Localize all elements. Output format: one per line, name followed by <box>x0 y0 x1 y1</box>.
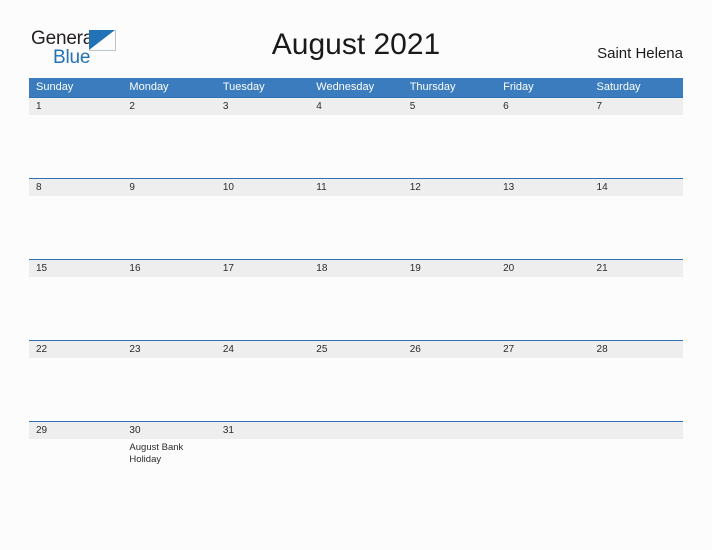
weekday-header-tuesday: Tuesday <box>222 81 265 93</box>
calendar-day-cell[interactable]: 1 <box>29 98 122 178</box>
week-days: 1 2 3 4 5 6 7 <box>29 98 683 178</box>
day-number: 10 <box>222 182 234 193</box>
calendar-day-cell[interactable] <box>403 422 496 502</box>
calendar-day-cell[interactable]: 24 <box>216 341 309 421</box>
calendar-day-cell[interactable] <box>309 422 402 502</box>
weekday-header-row: Sunday Monday Tuesday Wednesday Thursday… <box>29 78 683 97</box>
calendar-day-cell[interactable]: 2 <box>122 98 215 178</box>
day-number: 14 <box>596 182 608 193</box>
day-number: 3 <box>222 101 229 112</box>
day-number: 2 <box>129 101 135 112</box>
calendar-day-cell[interactable] <box>590 422 683 502</box>
calendar-day-cell[interactable]: 30 August Bank Holiday <box>122 422 215 502</box>
calendar-day-cell[interactable]: 19 <box>403 260 496 340</box>
calendar-day-cell[interactable]: 16 <box>122 260 215 340</box>
day-number: 31 <box>222 425 234 436</box>
calendar-day-cell[interactable]: 26 <box>403 341 496 421</box>
page-header: General Blue August 2021 Saint Helena <box>0 0 712 76</box>
day-number: 22 <box>36 344 48 355</box>
day-number: 1 <box>36 101 42 112</box>
calendar-day-cell[interactable]: 20 <box>496 260 589 340</box>
day-number: 30 <box>129 425 141 436</box>
week-days: 29 30 August Bank Holiday 31 <box>29 422 683 502</box>
day-event: August Bank Holiday <box>129 442 184 465</box>
calendar-day-cell[interactable]: 13 <box>496 179 589 259</box>
week-days: 22 23 24 25 26 27 28 <box>29 341 683 421</box>
day-number: 8 <box>36 182 42 193</box>
calendar-day-cell[interactable]: 23 <box>122 341 215 421</box>
day-number: 27 <box>503 344 515 355</box>
weekday-header-thursday: Thursday <box>409 81 456 93</box>
calendar-day-cell[interactable]: 27 <box>496 341 589 421</box>
day-number: 7 <box>596 101 603 112</box>
calendar-day-cell[interactable]: 5 <box>403 98 496 178</box>
weekday-header-sunday: Sunday <box>36 81 74 93</box>
calendar-week-row: 22 23 24 25 26 27 28 <box>29 340 683 421</box>
day-number: 20 <box>503 263 515 274</box>
day-number: 15 <box>36 263 48 274</box>
calendar-day-cell[interactable]: 28 <box>590 341 683 421</box>
calendar-day-cell[interactable]: 11 <box>309 179 402 259</box>
day-number <box>410 422 496 439</box>
day-number: 5 <box>409 101 416 112</box>
calendar-day-cell[interactable]: 7 <box>590 98 683 178</box>
calendar-week-row: 8 9 10 11 12 13 14 <box>29 178 683 259</box>
day-number: 19 <box>409 263 421 274</box>
calendar-week-row: 1 2 3 4 5 6 7 <box>29 97 683 178</box>
day-number: 18 <box>316 263 328 274</box>
day-number: 17 <box>222 263 234 274</box>
calendar-day-cell[interactable]: 22 <box>29 341 122 421</box>
day-number: 13 <box>503 182 515 193</box>
day-number: 25 <box>316 344 328 355</box>
day-number <box>316 422 402 439</box>
weekday-header-wednesday: Wednesday <box>316 81 375 93</box>
calendar-day-cell[interactable]: 9 <box>122 179 215 259</box>
calendar-day-cell[interactable]: 21 <box>590 260 683 340</box>
weekday-header-monday: Monday <box>129 81 169 93</box>
calendar-day-cell[interactable]: 29 <box>29 422 122 502</box>
calendar-week-row: 29 30 August Bank Holiday 31 <box>29 421 683 502</box>
locale-label: Saint Helena <box>597 45 683 62</box>
calendar-day-cell[interactable]: 10 <box>216 179 309 259</box>
day-number <box>503 422 589 439</box>
calendar-day-cell[interactable]: 25 <box>309 341 402 421</box>
day-number: 24 <box>222 344 234 355</box>
day-number: 16 <box>129 263 141 274</box>
day-number: 6 <box>503 101 509 112</box>
day-number: 9 <box>129 182 135 193</box>
calendar-week-row: 15 16 17 18 19 20 21 <box>29 259 683 340</box>
weekday-header-saturday: Saturday <box>596 81 641 93</box>
calendar-day-cell[interactable]: 3 <box>216 98 309 178</box>
day-number: 21 <box>596 263 608 274</box>
day-number <box>597 422 683 439</box>
weekday-header-friday: Friday <box>503 81 534 93</box>
calendar-day-cell[interactable]: 17 <box>216 260 309 340</box>
day-number: 12 <box>409 182 421 193</box>
day-number: 29 <box>36 425 48 436</box>
calendar-day-cell[interactable]: 6 <box>496 98 589 178</box>
calendar-day-cell[interactable]: 15 <box>29 260 122 340</box>
calendar-day-cell[interactable]: 14 <box>590 179 683 259</box>
day-number: 4 <box>316 101 322 112</box>
calendar-page: General Blue August 2021 Saint Helena Su… <box>0 0 712 550</box>
calendar-day-cell[interactable]: 18 <box>309 260 402 340</box>
calendar-day-cell[interactable]: 31 <box>216 422 309 502</box>
week-days: 8 9 10 11 12 13 14 <box>29 179 683 259</box>
day-number: 28 <box>596 344 608 355</box>
calendar-day-cell[interactable] <box>496 422 589 502</box>
day-number: 26 <box>409 344 421 355</box>
week-days: 15 16 17 18 19 20 21 <box>29 260 683 340</box>
day-number: 11 <box>316 182 327 193</box>
calendar-grid: Sunday Monday Tuesday Wednesday Thursday… <box>29 78 683 502</box>
calendar-day-cell[interactable]: 4 <box>309 98 402 178</box>
day-number: 23 <box>129 344 141 355</box>
calendar-day-cell[interactable]: 12 <box>403 179 496 259</box>
calendar-day-cell[interactable]: 8 <box>29 179 122 259</box>
